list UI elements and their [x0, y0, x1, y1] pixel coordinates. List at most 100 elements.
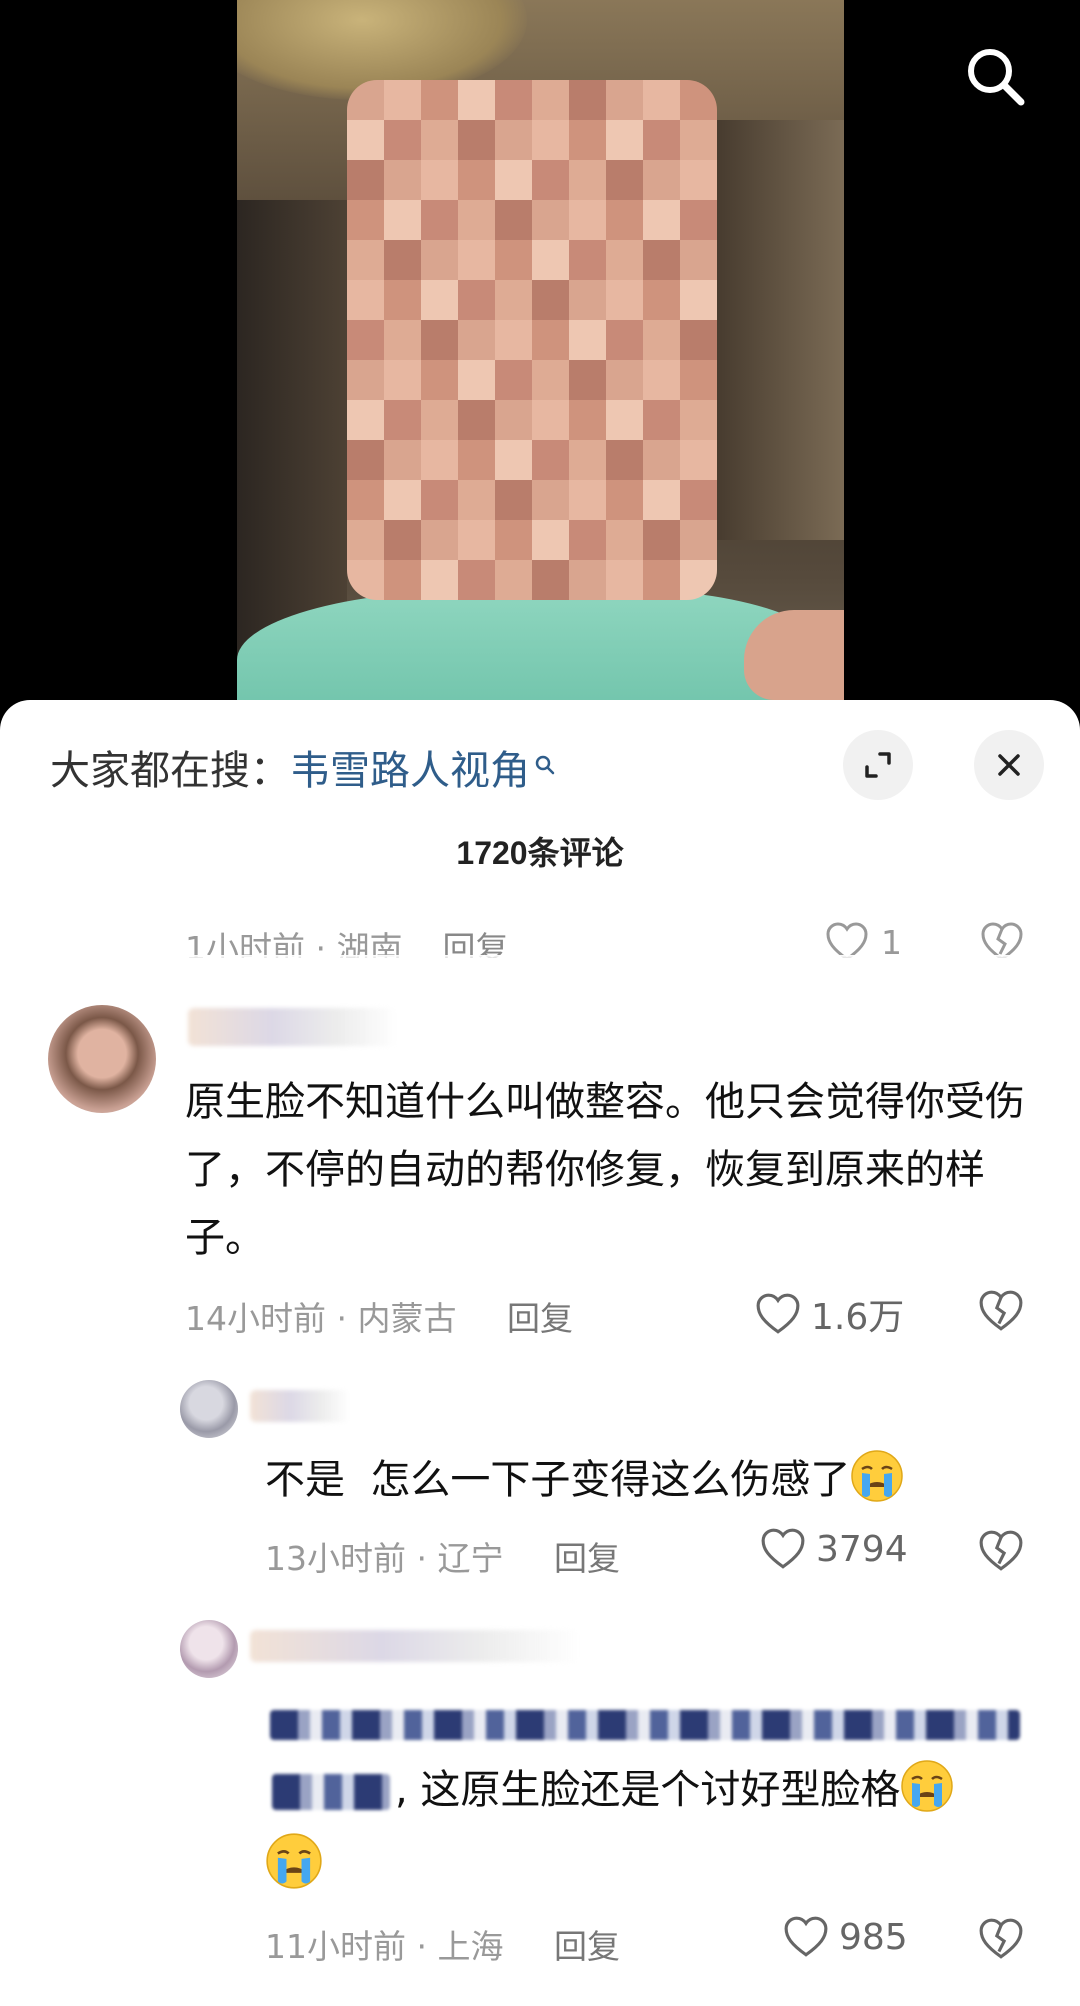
mosaic-tile	[606, 280, 643, 320]
mosaic-tile	[569, 360, 606, 400]
mosaic-tile	[680, 480, 717, 520]
mosaic-tile	[569, 240, 606, 280]
mosaic-tile	[680, 160, 717, 200]
reply-button[interactable]: 回复	[554, 1927, 620, 1966]
like-button[interactable]: 3794	[760, 1528, 908, 1570]
mosaic-tile	[347, 120, 384, 160]
avatar[interactable]	[48, 1005, 156, 1113]
search-suggestion[interactable]: 大家都在搜：韦雪路人视角	[50, 738, 556, 796]
crying-face-emoji	[900, 1759, 954, 1813]
dislike-button[interactable]	[978, 1918, 1024, 1964]
username-blurred[interactable]	[250, 1390, 350, 1422]
dislike-button[interactable]	[980, 922, 1024, 958]
mosaic-tile	[384, 360, 421, 400]
comment-time-location: 1小时前 · 湖南	[185, 929, 403, 958]
dislike-button[interactable]	[978, 1530, 1024, 1576]
mosaic-tile	[384, 480, 421, 520]
username-blurred[interactable]	[188, 1008, 398, 1046]
broken-heart-icon	[979, 1530, 1023, 1571]
mosaic-tile	[421, 440, 458, 480]
reply-meta: 11小时前 · 上海 回复	[265, 1920, 620, 1968]
mosaic-tile	[347, 560, 384, 600]
expand-icon	[865, 752, 891, 778]
mosaic-tile	[569, 320, 606, 360]
mosaic-tile	[495, 160, 532, 200]
mosaic-tile	[569, 480, 606, 520]
mosaic-tile	[606, 560, 643, 600]
mosaic-tile	[606, 520, 643, 560]
video-player[interactable]	[0, 0, 1080, 720]
mosaic-tile	[421, 480, 458, 520]
mosaic-tile	[384, 520, 421, 560]
reply-button[interactable]: 回复	[442, 922, 508, 958]
mosaic-tile	[680, 560, 717, 600]
mosaic-tile	[384, 320, 421, 360]
reply-text-content: 不是 怎么一下子变得这么伤感了	[265, 1457, 851, 1503]
mosaic-tile	[569, 80, 606, 120]
expand-button[interactable]	[843, 730, 913, 800]
mosaic-tile	[495, 200, 532, 240]
comment-time-location: 14小时前 · 内蒙古	[185, 1299, 457, 1338]
mosaic-tile	[384, 80, 421, 120]
redacted-text	[270, 1710, 1020, 1740]
mosaic-tile	[569, 120, 606, 160]
mosaic-tile	[680, 200, 717, 240]
mosaic-tile	[532, 120, 569, 160]
video-frame	[237, 0, 844, 720]
mosaic-tile	[606, 440, 643, 480]
avatar[interactable]	[180, 1620, 238, 1678]
mosaic-tile	[643, 280, 680, 320]
mosaic-tile	[569, 400, 606, 440]
mosaic-tile	[347, 360, 384, 400]
username-blurred[interactable]	[250, 1630, 580, 1662]
search-button[interactable]	[955, 36, 1035, 116]
mosaic-tile	[421, 400, 458, 440]
mosaic-tile	[532, 200, 569, 240]
like-button[interactable]: 1	[825, 922, 902, 958]
heart-icon	[761, 1528, 805, 1569]
suggest-keyword[interactable]: 韦雪路人视角	[290, 748, 530, 794]
mosaic-tile	[680, 400, 717, 440]
mosaic-tile	[347, 520, 384, 560]
mosaic-tile	[680, 320, 717, 360]
reply-text: , 这原生脸还是个讨好型脸格	[395, 1756, 1045, 1824]
reply-button[interactable]: 回复	[507, 1299, 573, 1338]
mosaic-tile	[569, 440, 606, 480]
mosaic-tile	[532, 520, 569, 560]
mosaic-tile	[606, 160, 643, 200]
mosaic-tile	[680, 440, 717, 480]
dislike-button[interactable]	[978, 1290, 1024, 1336]
mosaic-tile	[384, 440, 421, 480]
heart-icon	[826, 922, 868, 958]
mosaic-tile	[421, 560, 458, 600]
crying-face-emoji	[265, 1832, 323, 1894]
avatar[interactable]	[180, 1380, 238, 1438]
mosaic-tile	[458, 200, 495, 240]
mosaic-tile	[384, 240, 421, 280]
mosaic-tile	[458, 560, 495, 600]
mosaic-tile	[532, 320, 569, 360]
mosaic-tile	[606, 480, 643, 520]
close-button[interactable]	[974, 730, 1044, 800]
mosaic-tile	[384, 400, 421, 440]
heart-icon	[784, 1916, 828, 1957]
mosaic-tile	[458, 280, 495, 320]
mosaic-tile	[458, 480, 495, 520]
like-count: 3794	[816, 1528, 908, 1570]
mosaic-tile	[458, 520, 495, 560]
mosaic-tile	[458, 320, 495, 360]
mosaic-tile	[421, 360, 458, 400]
mosaic-tile	[458, 120, 495, 160]
mosaic-tile	[347, 240, 384, 280]
mosaic-tile	[384, 120, 421, 160]
reply-button[interactable]: 回复	[554, 1539, 620, 1578]
mosaic-tile	[421, 240, 458, 280]
comment-count-title: 1720条评论	[456, 835, 624, 871]
mosaic-tile	[532, 160, 569, 200]
mosaic-tile	[421, 280, 458, 320]
mosaic-tile	[680, 80, 717, 120]
like-button[interactable]: 985	[783, 1916, 908, 1958]
search-icon	[968, 49, 1025, 106]
like-button[interactable]: 1.6万	[755, 1288, 904, 1340]
hand	[744, 610, 844, 700]
